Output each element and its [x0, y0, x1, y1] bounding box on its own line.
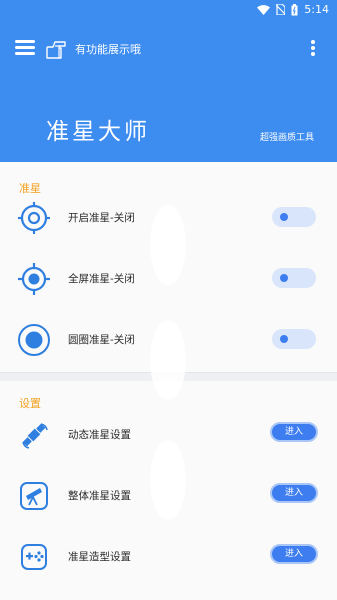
app-title: 准星大师: [46, 119, 150, 145]
toolbar: 有功能展示哦: [0, 34, 337, 64]
pointing-hand-icon: [46, 41, 66, 59]
status-bar: 5:14: [0, 0, 337, 20]
menu-button[interactable]: [15, 40, 35, 56]
crosshair-fullscreen-icon: [18, 263, 50, 295]
settings-row-style: 准星造型设置 进入: [0, 532, 337, 580]
settings-label: 整体准星设置: [68, 490, 131, 502]
status-time: 5:14: [304, 3, 329, 16]
section-title-settings: 设置: [19, 397, 41, 410]
overlay-oval: [150, 440, 186, 520]
more-dot-icon: [311, 46, 315, 50]
more-dot-icon: [311, 52, 315, 56]
toggle-knob: [280, 335, 288, 343]
no-sim-icon: [276, 4, 286, 15]
enter-button[interactable]: 进入: [270, 544, 318, 564]
status-icons: 5:14: [257, 3, 329, 16]
enter-button[interactable]: 进入: [270, 483, 318, 503]
toggle-label: 全屏准星-关闭: [68, 273, 135, 285]
menu-icon-bar: [15, 46, 35, 49]
wifi-icon: [257, 4, 271, 15]
settings-label: 动态准星设置: [68, 429, 131, 441]
toggle-label: 开启准星-关闭: [68, 212, 135, 224]
toggle-knob: [280, 274, 288, 282]
toggle-label: 圆圈准星-关闭: [68, 334, 135, 346]
telescope-icon: [20, 482, 48, 510]
toggle-knob: [280, 213, 288, 221]
crosshair-target-icon: [18, 202, 50, 234]
settings-label: 准星造型设置: [68, 551, 131, 563]
circle-crosshair-toggle[interactable]: [272, 329, 316, 349]
overlay-oval: [150, 205, 186, 285]
feature-notice-text[interactable]: 有功能展示哦: [75, 41, 141, 57]
gamepad-icon: [21, 544, 47, 570]
app-subtitle: 超强画质工具: [259, 133, 314, 143]
app-header: 5:14 有功能展示哦 准星大师 超强画质工具: [0, 0, 337, 162]
crosshair-toggle[interactable]: [272, 207, 316, 227]
circle-crosshair-icon: [18, 324, 50, 356]
more-options-button[interactable]: [310, 40, 316, 58]
fullscreen-crosshair-toggle[interactable]: [272, 268, 316, 288]
overlay-oval: [150, 320, 186, 400]
menu-icon-bar: [15, 40, 35, 43]
menu-icon-bar: [15, 52, 35, 55]
satellite-icon: [22, 423, 48, 449]
battery-icon: [291, 3, 298, 15]
enter-button[interactable]: 进入: [270, 422, 318, 442]
more-dot-icon: [311, 40, 315, 44]
